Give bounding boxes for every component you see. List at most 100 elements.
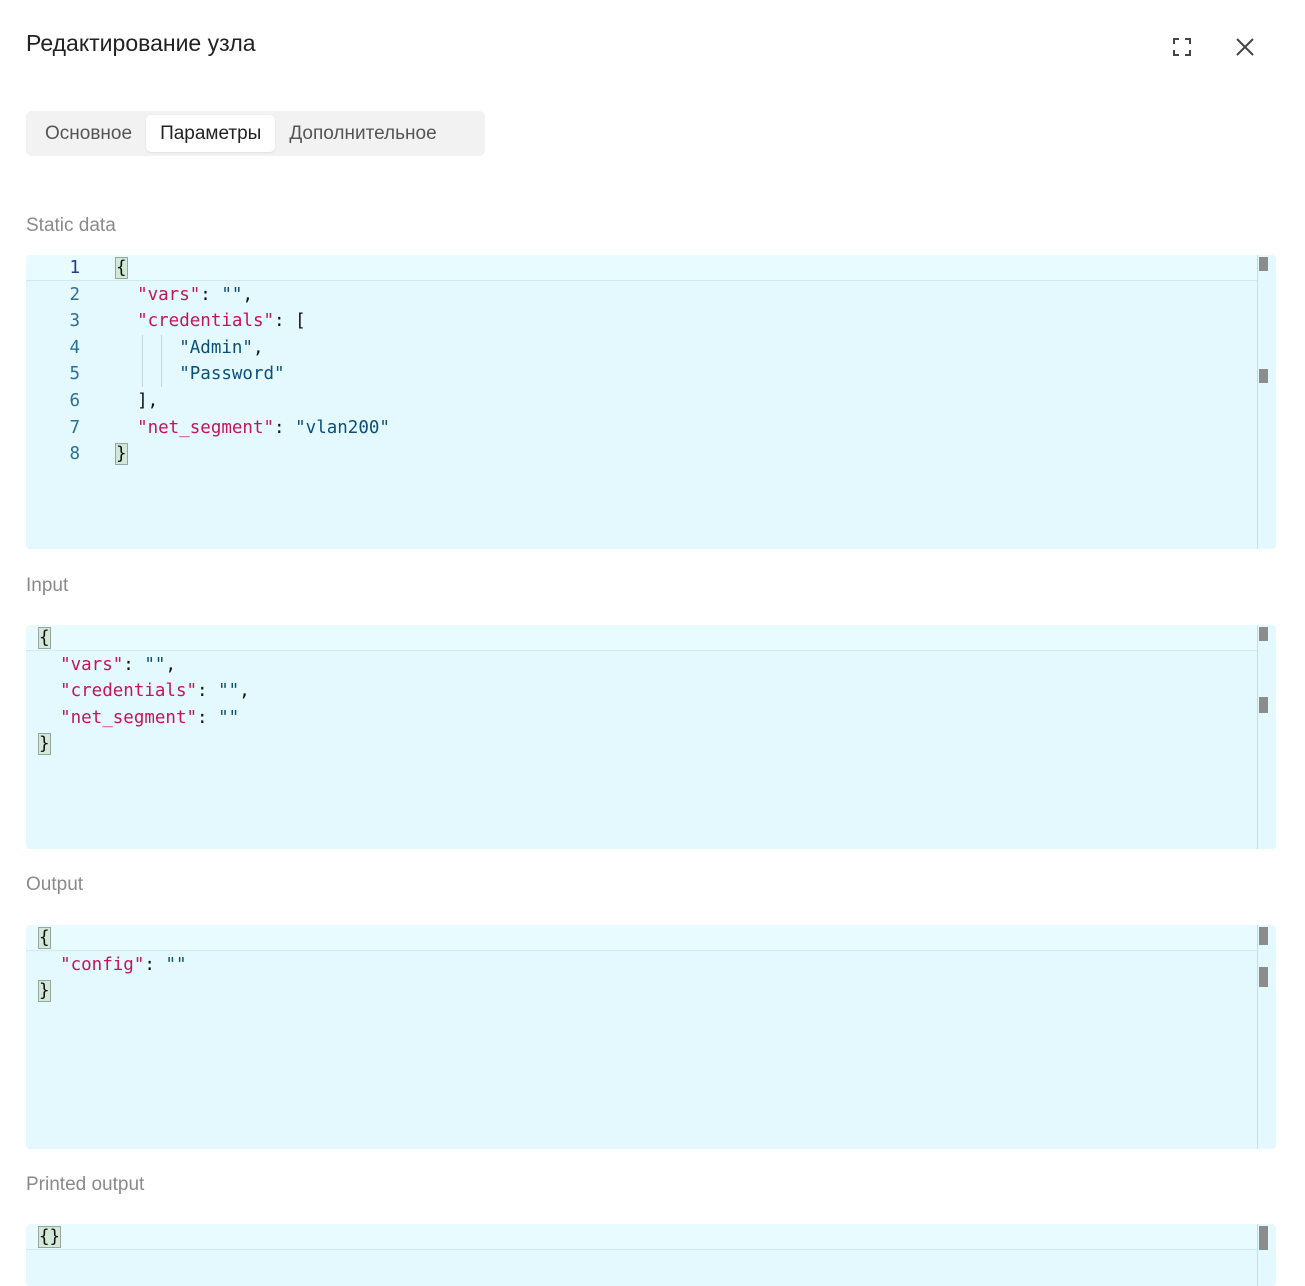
json-punctuation xyxy=(116,418,137,438)
scrollbar-marker xyxy=(1259,257,1268,271)
scrollbar-track xyxy=(1257,625,1258,849)
matched-bracket: { xyxy=(38,927,51,949)
line-number: 1 xyxy=(69,258,80,278)
code-line: { xyxy=(115,255,128,281)
matched-bracket: } xyxy=(38,980,51,1003)
json-string: "Admin" xyxy=(179,337,253,358)
output-editor[interactable]: { "config": ""} xyxy=(26,925,1276,1149)
scrollbar-marker xyxy=(1259,967,1268,987)
line-number: 8 xyxy=(69,444,80,465)
matched-bracket: } xyxy=(115,443,128,466)
close-button[interactable] xyxy=(1228,30,1262,64)
scrollbar-marker xyxy=(1259,627,1268,641)
code-line: ], xyxy=(116,388,158,414)
matched-bracket: } xyxy=(38,733,51,756)
json-punctuation: , xyxy=(239,681,250,702)
scrollbar-marker xyxy=(1259,1226,1268,1250)
line-number: 4 xyxy=(69,337,80,358)
input-editor[interactable]: { "vars": "", "credentials": "", "net_se… xyxy=(26,625,1276,849)
static-data-label: Static data xyxy=(26,215,116,236)
code-line: "config": "" xyxy=(39,952,187,978)
json-key: "net_segment" xyxy=(60,707,198,728)
code-line: } xyxy=(38,978,51,1004)
close-icon xyxy=(1236,38,1254,56)
json-punctuation xyxy=(39,655,60,675)
line-number: 3 xyxy=(69,311,80,332)
json-string: "" xyxy=(165,954,187,975)
scrollbar-marker xyxy=(1259,697,1268,713)
printed-output-label: Printed output xyxy=(26,1174,145,1195)
code-line: } xyxy=(38,731,51,757)
scrollbar-track xyxy=(1257,1224,1258,1286)
code-line: "credentials": "", xyxy=(39,678,250,704)
code-line: "Password" xyxy=(116,361,285,387)
matched-bracket: {} xyxy=(37,1226,62,1248)
json-punctuation: , xyxy=(242,284,253,305)
expand-button[interactable] xyxy=(1165,30,1199,64)
json-key: "vars" xyxy=(60,654,124,675)
json-key: "config" xyxy=(60,954,145,975)
matched-bracket: { xyxy=(38,627,51,649)
output-label: Output xyxy=(26,874,84,895)
code-line: "credentials": [ xyxy=(116,308,306,334)
dialog-header: Редактирование узла xyxy=(26,30,1279,64)
line-number: 2 xyxy=(69,284,80,305)
tab-general[interactable]: Основное xyxy=(31,115,146,152)
json-punctuation xyxy=(116,311,137,331)
json-string: "" xyxy=(221,284,243,305)
expand-icon xyxy=(1173,38,1191,56)
json-punctuation: , xyxy=(252,337,264,358)
scrollbar-track xyxy=(1257,255,1258,549)
tab-additional[interactable]: Дополнительное xyxy=(275,115,450,152)
active-line xyxy=(26,1224,1258,1250)
json-punctuation: : xyxy=(144,954,166,975)
active-line xyxy=(26,625,1258,651)
input-label: Input xyxy=(26,575,69,596)
json-punctuation xyxy=(116,364,179,384)
json-string: "vlan200" xyxy=(295,417,390,438)
json-key: "credentials" xyxy=(137,311,275,332)
json-punctuation: : xyxy=(197,681,219,702)
json-punctuation: : xyxy=(200,284,222,305)
code-line: { xyxy=(38,925,51,951)
active-line xyxy=(26,255,1258,281)
json-punctuation: , xyxy=(165,654,176,675)
json-punctuation: : xyxy=(197,707,219,728)
json-string: "Password" xyxy=(179,364,285,385)
dialog-title: Редактирование узла xyxy=(26,30,256,56)
code-line: "vars": "", xyxy=(39,652,176,678)
tab-parameters[interactable]: Параметры xyxy=(146,115,276,152)
json-key: "credentials" xyxy=(60,681,198,702)
line-number: 6 xyxy=(69,391,80,411)
static-data-editor[interactable]: 1 {2 "vars": "", 3 "credentials": [ 4 "Admi… xyxy=(26,255,1276,549)
code-line: "vars": "", xyxy=(116,282,253,308)
json-string: "" xyxy=(218,681,240,702)
json-punctuation xyxy=(39,708,60,728)
active-line xyxy=(26,925,1258,951)
code-line: } xyxy=(115,441,128,467)
json-punctuation: : [ xyxy=(274,311,306,332)
line-number: 5 xyxy=(69,364,80,385)
code-line: { xyxy=(38,625,51,651)
json-punctuation xyxy=(116,285,137,305)
matched-bracket: { xyxy=(115,257,128,279)
json-string: "" xyxy=(144,654,166,675)
scrollbar-marker xyxy=(1259,927,1268,945)
scrollbar-marker xyxy=(1259,369,1268,383)
scrollbar-track xyxy=(1257,925,1258,1149)
json-punctuation xyxy=(116,338,179,358)
code-line: "Admin", xyxy=(116,335,264,361)
code-line: "net_segment": "" xyxy=(39,705,239,731)
printed-output-editor[interactable]: {} xyxy=(26,1224,1276,1286)
json-punctuation xyxy=(39,681,60,701)
json-punctuation: ], xyxy=(116,391,159,411)
tab-bar: Основное Параметры Дополнительное xyxy=(26,111,485,156)
json-punctuation: : xyxy=(123,654,145,675)
json-string: "" xyxy=(218,707,240,728)
json-key: "vars" xyxy=(137,284,201,305)
line-number: 7 xyxy=(69,417,80,438)
json-punctuation xyxy=(39,955,60,975)
json-key: "net_segment" xyxy=(137,417,275,438)
code-line: "net_segment": "vlan200" xyxy=(116,415,390,441)
code-line: {} xyxy=(37,1224,62,1250)
